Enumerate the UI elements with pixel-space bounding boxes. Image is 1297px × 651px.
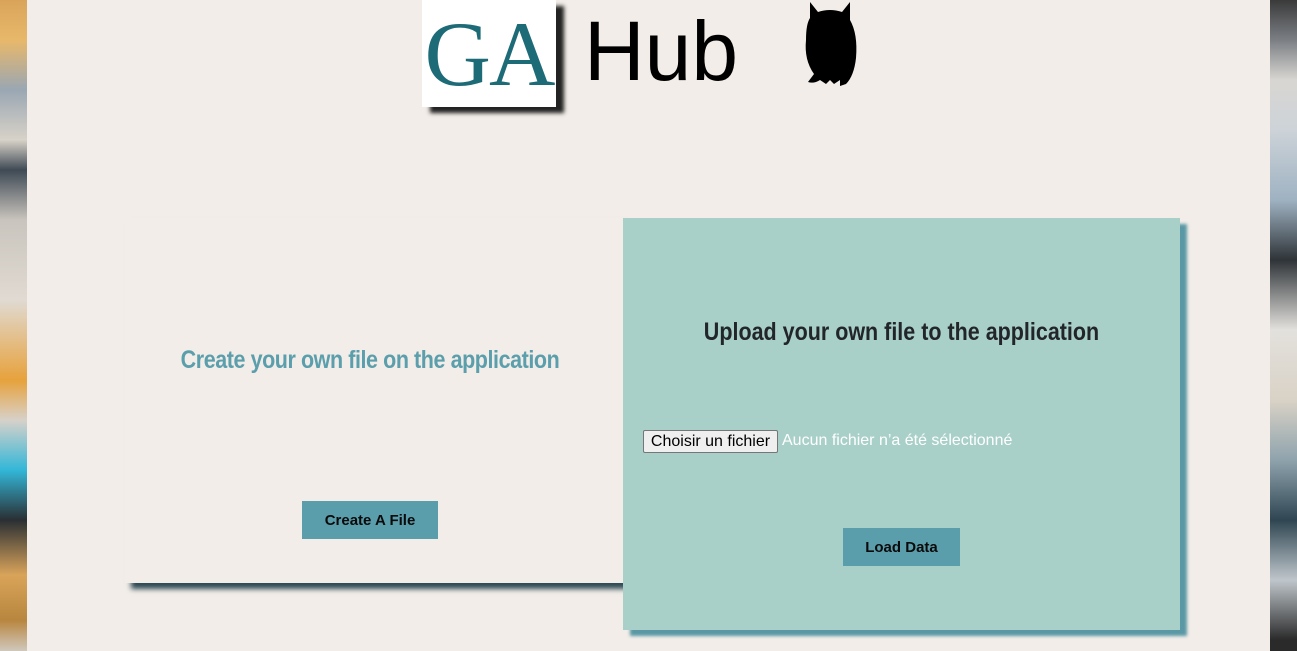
- choose-file-button[interactable]: Choisir un fichier: [643, 430, 778, 453]
- create-file-button[interactable]: Create A File: [302, 501, 438, 539]
- logo-ga-text: GA: [424, 2, 556, 105]
- file-status-text: Aucun fichier n’a été sélectionné: [782, 432, 1013, 449]
- create-file-card: Create your own file on the application …: [125, 218, 623, 583]
- upload-file-card: Upload your own file to the application …: [623, 218, 1180, 630]
- left-background-image: [0, 0, 27, 651]
- create-card-title: Create your own file on the application: [180, 346, 560, 374]
- load-data-button[interactable]: Load Data: [843, 528, 960, 566]
- upload-card-title: Upload your own file to the application: [703, 318, 1100, 346]
- logo-ga: GA: [422, 0, 556, 107]
- logo-hub-text: Hub: [584, 4, 739, 98]
- owl-icon: [805, 2, 857, 86]
- right-background-image: [1270, 0, 1297, 651]
